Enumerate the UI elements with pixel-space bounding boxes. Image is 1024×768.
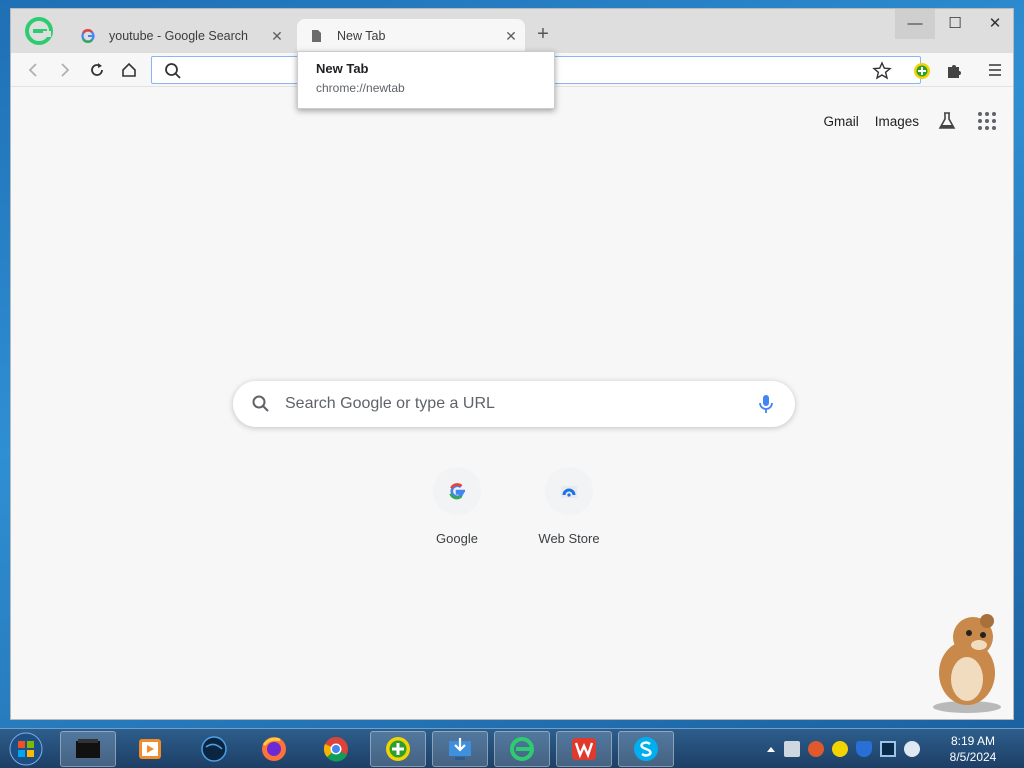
tray-volume-icon[interactable] <box>904 741 920 757</box>
taskbar: 8:19 AM 8/5/2024 <box>0 728 1024 768</box>
tray-network-icon[interactable] <box>784 741 800 757</box>
close-window-button[interactable]: ✕ <box>975 9 1013 39</box>
hamburger-menu-icon <box>989 64 1001 76</box>
start-button[interactable] <box>6 730 46 768</box>
page-favicon-icon <box>312 30 321 42</box>
taskbar-app-terminal[interactable] <box>60 731 116 767</box>
tab-new-tab[interactable]: New Tab ✕ <box>297 19 525 53</box>
tray-monitor-icon[interactable] <box>880 741 896 757</box>
gmail-link[interactable]: Gmail <box>823 114 858 129</box>
tab-strip: youtube - Google Search ✕ New Tab ✕ + — … <box>11 9 1013 53</box>
skype-icon <box>634 737 658 761</box>
tray-record-icon[interactable] <box>808 741 824 757</box>
tab-close-icon[interactable]: ✕ <box>503 28 519 44</box>
tray-shield-icon[interactable] <box>856 741 872 757</box>
globe-app-icon <box>201 736 227 762</box>
shortcut-google[interactable]: Google <box>409 467 505 546</box>
shortcut-label: Google <box>436 531 478 546</box>
taskbar-app-plus[interactable] <box>370 731 426 767</box>
search-placeholder: Search Google or type a URL <box>285 395 495 412</box>
taskbar-app-chrome[interactable] <box>308 731 364 767</box>
forward-button[interactable] <box>53 58 77 82</box>
top-right-links: Gmail Images <box>823 109 999 133</box>
bookmark-star-icon[interactable] <box>872 61 892 81</box>
hamster-mascot-icon <box>933 614 1001 713</box>
taskbar-app-download[interactable] <box>432 731 488 767</box>
taskbar-app-skype[interactable] <box>618 731 674 767</box>
chrome-icon <box>323 737 348 762</box>
taskbar-app-wps[interactable] <box>556 731 612 767</box>
wps-office-icon <box>572 738 596 760</box>
clock-date: 8/5/2024 <box>949 750 997 764</box>
extension-plus-icon[interactable] <box>912 61 932 81</box>
tab-youtube-search[interactable]: youtube - Google Search ✕ <box>69 19 291 53</box>
download-monitor-icon <box>449 738 471 760</box>
back-button[interactable] <box>21 58 45 82</box>
e-browser-icon <box>510 737 534 761</box>
tooltip-title: New Tab <box>316 61 369 76</box>
microphone-icon[interactable] <box>757 393 775 415</box>
images-link[interactable]: Images <box>875 114 919 129</box>
tray-plus-icon[interactable] <box>832 741 848 757</box>
terminal-app-icon <box>76 739 100 758</box>
home-icon <box>122 62 136 77</box>
shortcut-web-store[interactable]: Web Store <box>521 467 617 546</box>
clock-time: 8:19 AM <box>950 734 996 748</box>
desktop-background <box>0 0 10 728</box>
tray-expand-arrow-icon[interactable] <box>766 741 776 757</box>
tooltip-url: chrome://newtab <box>316 81 405 95</box>
back-arrow-icon <box>28 63 37 77</box>
tab-title: youtube - Google Search <box>109 29 248 43</box>
reload-button[interactable] <box>85 58 109 82</box>
taskbar-app-media-player[interactable] <box>122 731 178 767</box>
media-player-icon <box>139 739 161 759</box>
shortcut-label: Web Store <box>538 531 600 546</box>
green-plus-app-icon <box>386 737 410 761</box>
home-button[interactable] <box>117 58 141 82</box>
google-search-box[interactable]: Search Google or type a URL <box>233 381 795 427</box>
google-g-icon <box>433 467 481 515</box>
web-store-icon <box>545 467 593 515</box>
google-apps-icon[interactable] <box>975 109 999 133</box>
google-favicon-icon <box>81 29 95 43</box>
tab-close-icon[interactable]: ✕ <box>269 28 285 44</box>
search-icon <box>252 395 269 412</box>
taskbar-app-browser[interactable] <box>494 731 550 767</box>
extensions-puzzle-icon[interactable] <box>944 61 964 81</box>
tab-hover-tooltip: New Tab chrome://newtab <box>297 51 555 109</box>
browser-window: youtube - Google Search ✕ New Tab ✕ + — … <box>10 8 1014 720</box>
taskbar-app-firefox[interactable] <box>246 731 302 767</box>
menu-button[interactable] <box>983 58 1007 82</box>
browser-logo-icon <box>25 17 53 45</box>
reload-icon <box>91 63 103 76</box>
maximize-button[interactable]: ☐ <box>935 9 975 39</box>
forward-arrow-icon <box>61 63 70 77</box>
firefox-icon <box>262 737 286 761</box>
taskbar-app-globe[interactable] <box>186 731 242 767</box>
search-icon <box>165 63 181 79</box>
new-tab-button[interactable]: + <box>531 23 555 47</box>
minimize-button[interactable]: — <box>895 9 935 39</box>
taskbar-clock[interactable]: 8:19 AM 8/5/2024 <box>930 733 1016 765</box>
windows-logo-icon <box>9 732 43 766</box>
new-tab-page: Gmail Images Search Google or type a URL <box>11 87 1013 719</box>
system-tray <box>766 741 920 757</box>
labs-flask-icon[interactable] <box>935 109 959 133</box>
tab-title: New Tab <box>337 29 386 43</box>
